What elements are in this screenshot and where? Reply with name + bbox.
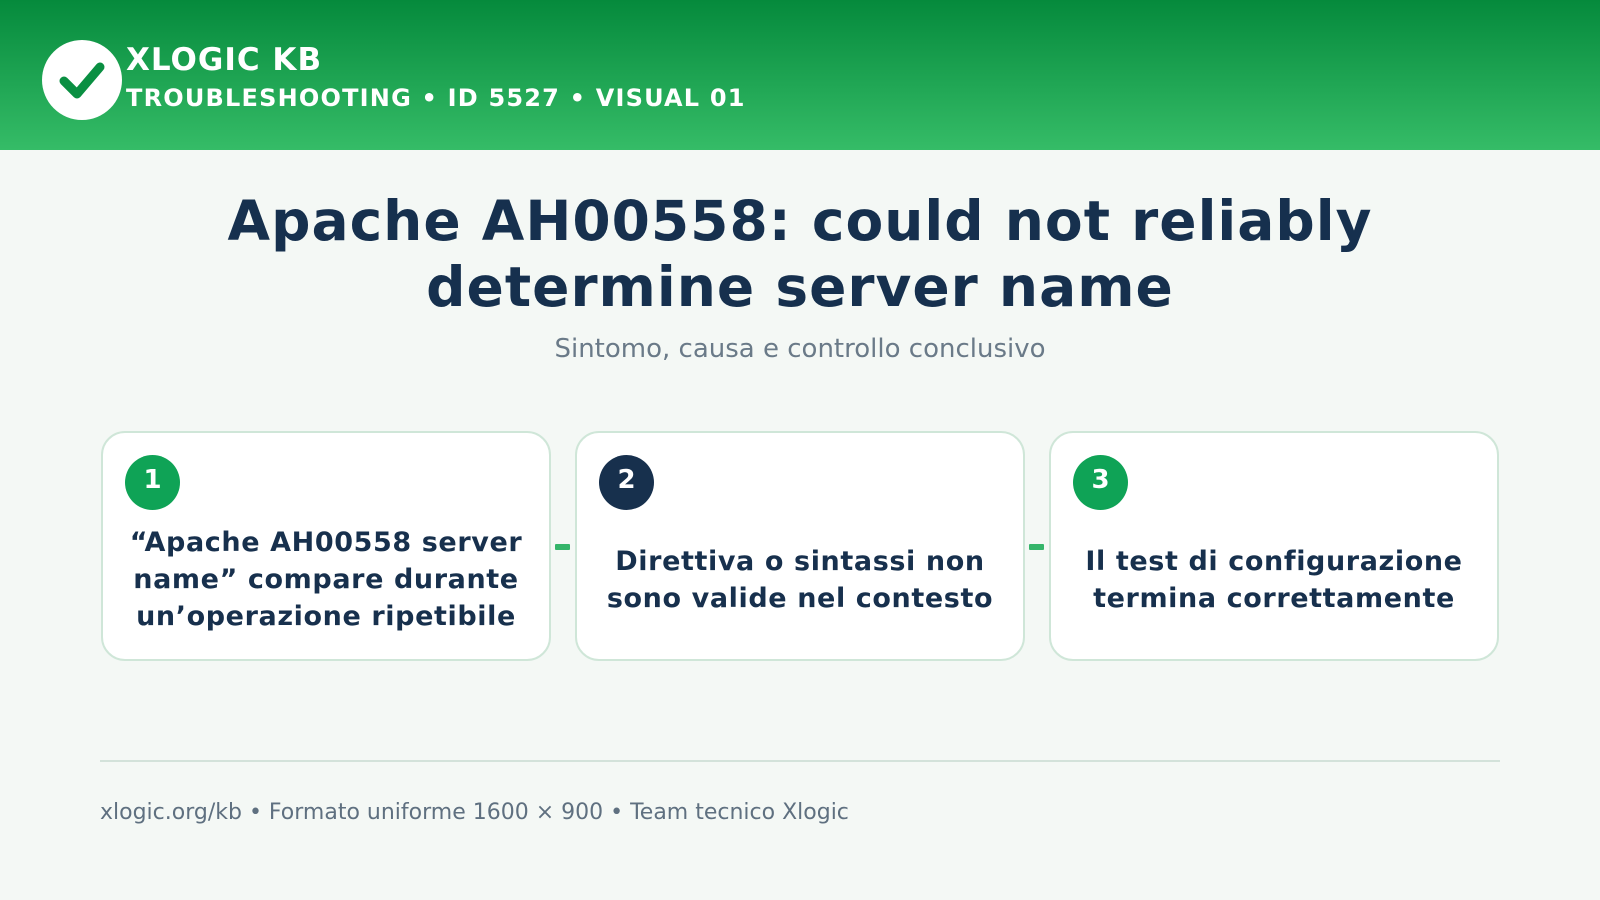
step-number-badge: 1 (125, 455, 180, 510)
step-number-badge: 2 (599, 455, 654, 510)
step-number-badge: 3 (1073, 455, 1128, 510)
brand-name: XLOGIC KB (126, 42, 323, 78)
header-banner: XLOGIC KB TROUBLESHOOTING • ID 5527 • VI… (0, 0, 1600, 150)
logo (42, 40, 122, 120)
footer-divider (100, 760, 1500, 762)
page-title: Apache AH00558: could not reliably deter… (227, 189, 1373, 319)
step-card-1: 1 “Apache AH00558 server name” compare d… (101, 431, 551, 661)
step-card-2: 2 Direttiva o sintassi non sono valide n… (575, 431, 1025, 661)
step-text: “Apache AH00558 server name” compare dur… (129, 527, 523, 632)
step-text: Direttiva o sintassi non sono valide nel… (606, 545, 994, 614)
footer-text: xlogic.org/kb • Formato uniforme 1600 × … (100, 800, 849, 825)
brand-subtitle: TROUBLESHOOTING • ID 5527 • VISUAL 01 (126, 84, 746, 112)
checkmark-icon (59, 62, 105, 99)
page-subtitle: Sintomo, causa e controllo conclusivo (554, 334, 1046, 364)
step-card-3: 3 Il test di configurazione termina corr… (1049, 431, 1499, 661)
step-text: Il test di configurazione termina corret… (1085, 545, 1463, 614)
step-connector (1029, 544, 1044, 550)
step-connector (555, 544, 570, 550)
